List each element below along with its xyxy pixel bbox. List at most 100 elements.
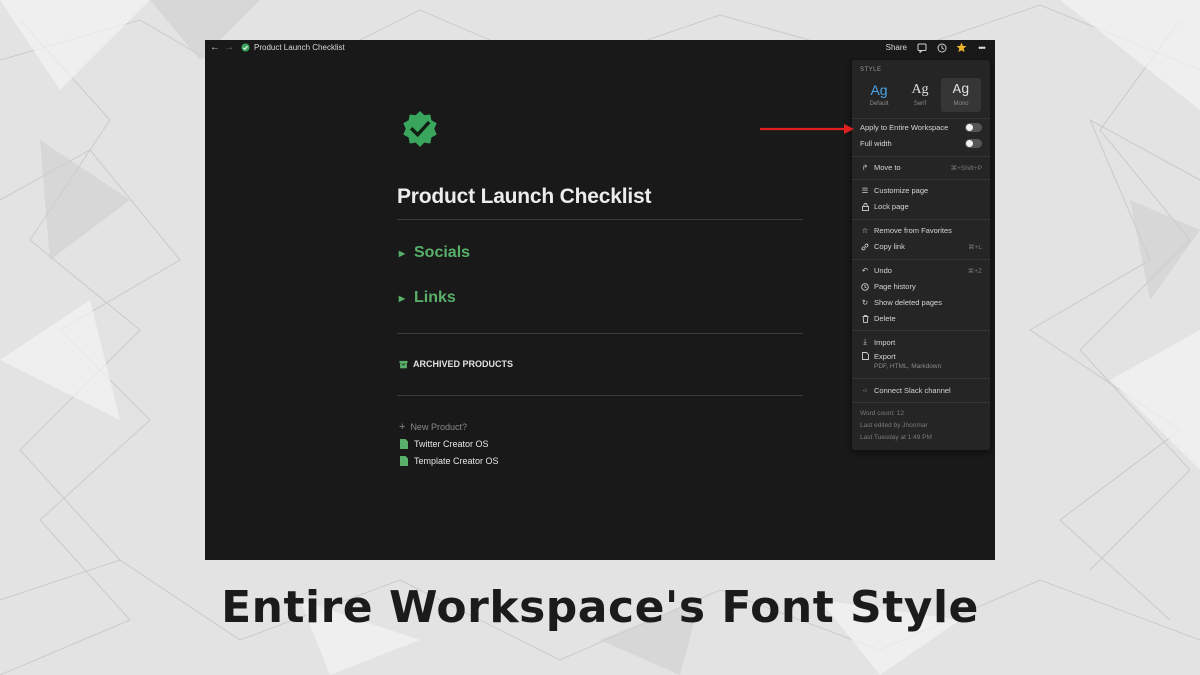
more-options-icon[interactable]: ••• [976,42,987,53]
undo-icon: ↶ [861,266,869,275]
clock-history-icon[interactable] [936,42,947,53]
favorite-star-icon[interactable] [956,42,967,53]
clock-history-icon [860,282,870,291]
lock-icon [860,202,870,211]
last-edited-at: Last Tuesday at 1:49 PM [860,434,932,441]
refresh-icon: ↻ [861,298,869,307]
toggle-socials[interactable]: ▶ Socials [397,244,803,262]
menu-item-copy-link[interactable]: Copy link ⌘+L [860,242,982,251]
menu-divider [852,378,990,379]
new-product-label: New Product? [410,422,467,432]
menu-item-label: Import [874,337,896,347]
page-title[interactable]: Product Launch Checklist [397,185,803,209]
breadcrumb[interactable]: Product Launch Checklist [241,43,345,52]
full-width-row[interactable]: Full width [860,139,982,148]
style-name: Serif [913,101,927,107]
trash-icon [860,314,870,323]
list-lines-icon: ☰ [861,186,869,195]
style-sample: Ag [952,82,970,98]
star-outline-icon: ☆ [861,226,869,235]
full-width-toggle[interactable] [965,139,982,148]
style-sample: Ag [870,82,888,98]
menu-divider [852,179,990,180]
document-link[interactable]: Template Creator OS [400,456,803,466]
shortcut: ⌘+Shift+P [950,164,982,172]
divider [397,333,803,334]
toggle-label: Links [414,289,456,306]
export-formats: PDF, HTML, Markdown [874,363,942,370]
archived-products-label: ARCHIVED PRODUCTS [413,359,514,369]
plus-icon: + [399,421,406,433]
menu-divider [852,402,990,403]
triangle-right-icon[interactable]: ▶ [397,294,407,303]
word-count: Word count: 12 [860,410,904,417]
style-section-label: STYLE [860,67,882,73]
archived-products-link[interactable]: ARCHIVED PRODUCTS [399,359,803,369]
document-icon [400,456,408,466]
style-option-serif[interactable]: Ag Serif [900,78,940,112]
style-option-mono[interactable]: Ag Mono [941,78,981,112]
menu-divider [852,330,990,331]
divider [397,395,803,396]
comment-icon[interactable] [916,42,927,53]
menu-item-lock-page[interactable]: Lock page [860,202,982,211]
menu-item-label: Move to [874,163,901,172]
back-arrow-icon[interactable]: ← [209,42,221,54]
apply-workspace-row[interactable]: Apply to Entire Workspace [860,123,982,132]
menu-item-label: Connect Slack channel [874,386,951,395]
page-content: Product Launch Checklist ▶ Socials ▶ Lin… [397,110,803,466]
menu-item-label: Customize page [874,186,929,195]
toggle-label: Socials [414,244,471,261]
caption-heading: Entire Workspace's Font Style [221,582,979,633]
menu-item-label: Undo [874,266,892,275]
style-option-default[interactable]: Ag Default [859,78,899,112]
menu-item-label: Show deleted pages [874,298,942,307]
menu-item-move-to[interactable]: ↱ Move to ⌘+Shift+P [860,163,982,172]
menu-item-customize-page[interactable]: ☰ Customize page [860,186,982,195]
new-product-button[interactable]: + New Product? [399,421,803,433]
menu-item-label: Page history [874,282,916,291]
apply-workspace-label: Apply to Entire Workspace [860,123,949,132]
link-icon [860,243,870,251]
app-window: ← → Product Launch Checklist Share ••• P… [205,40,995,560]
document-title: Template Creator OS [414,456,499,466]
menu-divider [852,156,990,157]
menu-item-label: Lock page [874,202,909,211]
menu-item-page-history[interactable]: Page history [860,282,982,291]
shortcut: ⌘+Z [967,267,982,275]
menu-item-label: Export [874,352,896,361]
document-title: Twitter Creator OS [414,439,489,449]
menu-item-undo[interactable]: ↶ Undo ⌘+Z [860,266,982,275]
menu-divider [852,118,990,119]
menu-item-import[interactable]: ⤓ Import [860,337,982,347]
full-width-label: Full width [860,139,892,148]
move-arrow-icon: ↱ [861,163,869,172]
slack-icon: ⁘ [862,387,868,395]
toggle-links[interactable]: ▶ Links [397,289,803,307]
export-file-icon [860,352,870,360]
menu-item-remove-favorites[interactable]: ☆ Remove from Favorites [860,226,982,235]
menu-item-delete[interactable]: Delete [860,314,982,323]
menu-item-connect-slack[interactable]: ⁘ Connect Slack channel [860,386,982,395]
menu-item-export[interactable]: Export PDF, HTML, Markdown [860,352,982,370]
menu-item-label: Delete [874,314,896,323]
style-sample: Ag [911,82,929,97]
document-link[interactable]: Twitter Creator OS [400,439,803,449]
verified-badge-icon [241,43,250,52]
share-button[interactable]: Share [886,43,907,52]
menu-item-label: Remove from Favorites [874,226,952,235]
breadcrumb-title: Product Launch Checklist [254,43,345,52]
page-options-menu: STYLE Ag Default Ag Serif Ag Mono Apply … [852,60,990,450]
menu-item-show-deleted[interactable]: ↻ Show deleted pages [860,298,982,307]
menu-divider [852,219,990,220]
style-name: Mono [953,101,969,107]
divider [397,219,803,220]
top-bar: ← → Product Launch Checklist Share ••• [205,40,995,55]
forward-arrow-icon[interactable]: → [223,42,235,54]
triangle-right-icon[interactable]: ▶ [397,249,407,258]
download-icon: ⤓ [863,337,867,346]
verified-badge-icon[interactable] [401,110,439,148]
apply-workspace-toggle[interactable] [965,123,982,132]
menu-item-label: Copy link [874,242,905,251]
last-edited-by: Last edited by Jhonmar [860,422,928,429]
